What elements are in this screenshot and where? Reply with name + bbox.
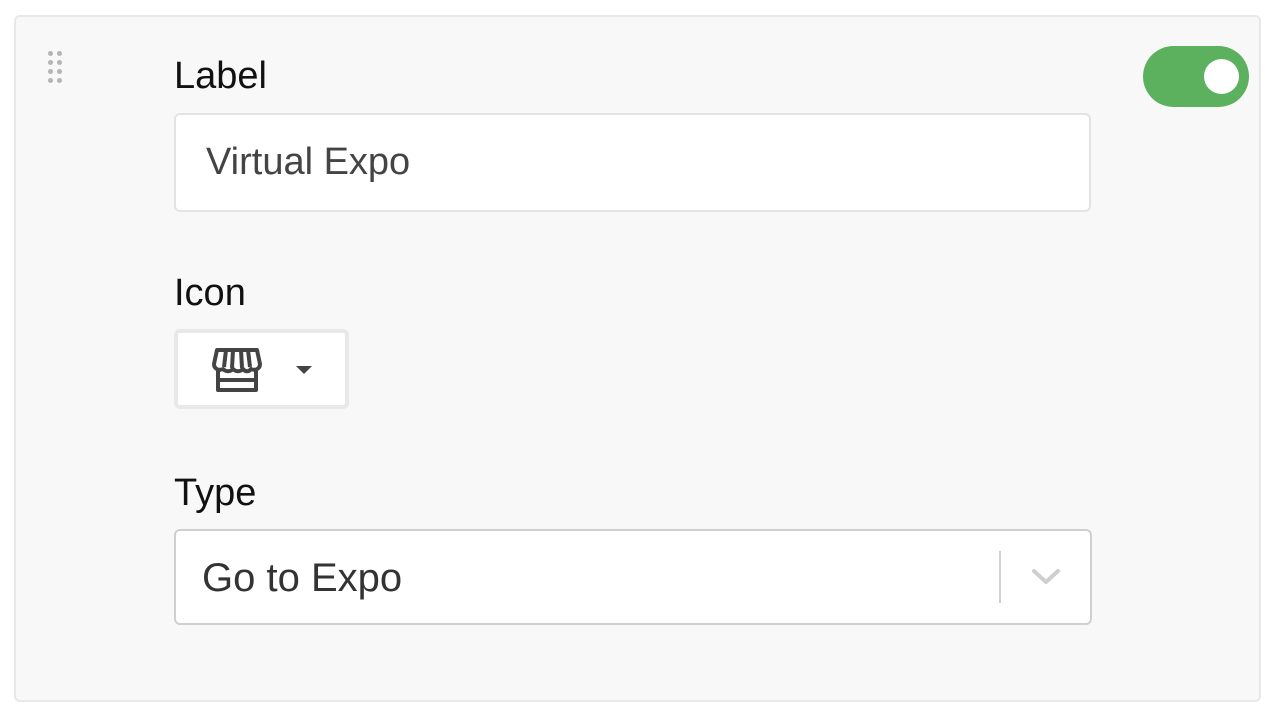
type-select[interactable]: Go to Expo — [174, 529, 1092, 625]
toggle-knob — [1204, 59, 1239, 94]
label-input[interactable] — [174, 113, 1091, 212]
store-icon — [212, 348, 262, 392]
icon-heading: Icon — [174, 272, 246, 314]
chevron-down-icon[interactable] — [1030, 567, 1062, 587]
menu-item-card: Label Icon Type Go to Expo — [14, 15, 1261, 702]
enabled-toggle[interactable] — [1143, 46, 1249, 107]
label-heading: Label — [174, 55, 267, 97]
caret-down-icon — [296, 366, 312, 374]
icon-picker-button[interactable] — [174, 329, 349, 409]
type-select-value: Go to Expo — [202, 556, 403, 600]
type-heading: Type — [174, 472, 257, 514]
drag-handle-icon[interactable] — [48, 51, 68, 91]
select-divider — [999, 551, 1001, 603]
